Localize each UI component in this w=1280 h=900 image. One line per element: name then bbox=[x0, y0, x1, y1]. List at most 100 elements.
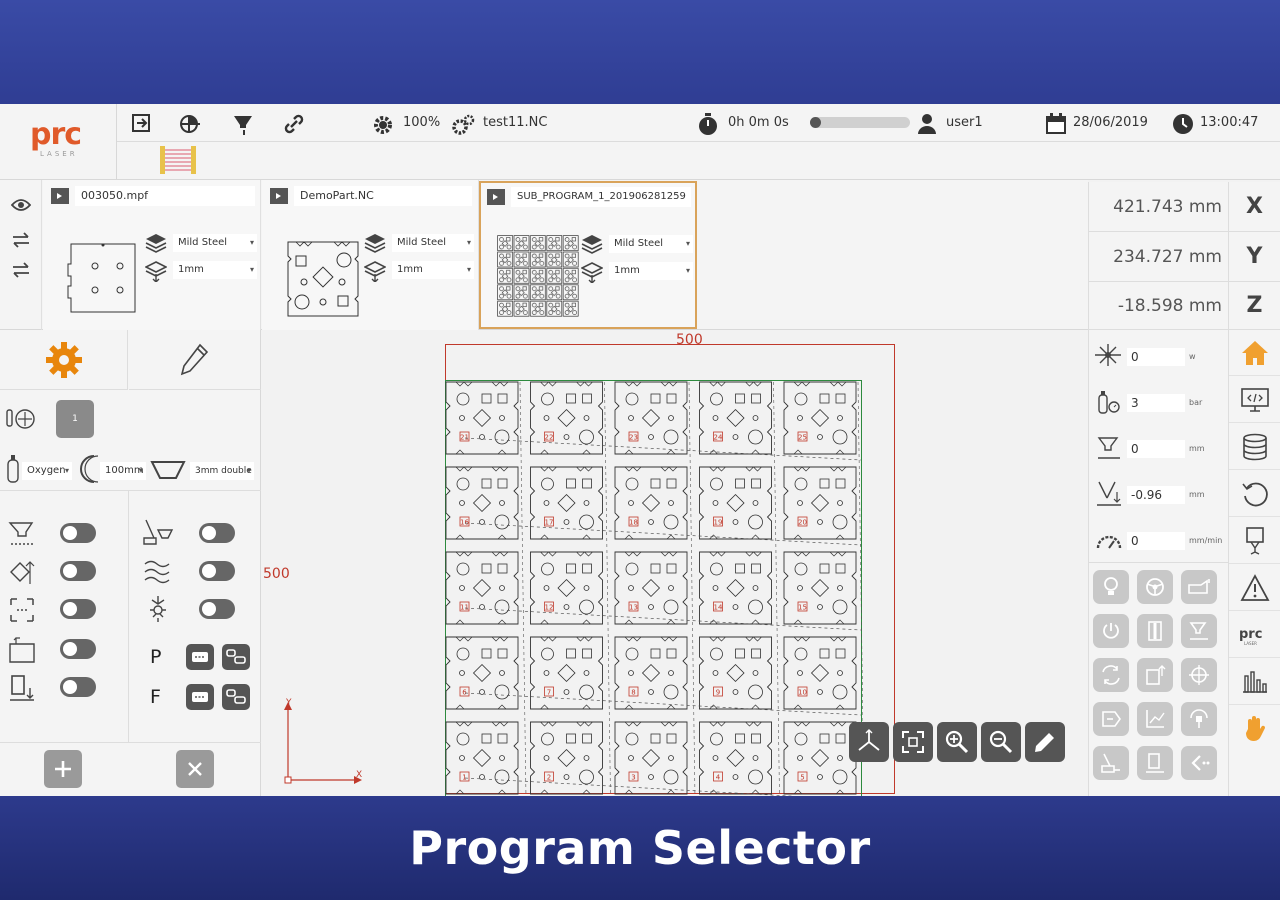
material-select[interactable]: Mild Steel bbox=[173, 234, 257, 252]
export-button[interactable] bbox=[1137, 658, 1173, 692]
add-button[interactable] bbox=[44, 750, 82, 788]
delete-button[interactable] bbox=[176, 750, 214, 788]
back-button[interactable] bbox=[1181, 746, 1217, 780]
nested-part[interactable] bbox=[445, 381, 519, 455]
nozzle-height-input[interactable]: 0 bbox=[1127, 440, 1185, 458]
nested-part[interactable] bbox=[699, 636, 772, 710]
f-dots-button[interactable] bbox=[186, 684, 214, 710]
thickness-select[interactable]: 1mm bbox=[173, 261, 257, 279]
view-3d-button[interactable] bbox=[849, 722, 889, 762]
axis-x-button[interactable]: X bbox=[1228, 182, 1280, 232]
code-view-button[interactable] bbox=[1229, 377, 1280, 423]
nesting-canvas[interactable]: 500 500 21 22 23 24 25 16 17 18 19 20 11 12 13 14 15 6 7… bbox=[262, 330, 1088, 796]
nested-part[interactable] bbox=[614, 721, 688, 795]
graph-button[interactable] bbox=[1137, 702, 1173, 736]
height-sensor-toggle[interactable] bbox=[60, 677, 96, 697]
nested-part[interactable] bbox=[530, 636, 603, 710]
thickness-select[interactable]: 1mm bbox=[392, 261, 474, 279]
scan-button[interactable] bbox=[1181, 702, 1217, 736]
nozzle-select[interactable]: 3mm double bbox=[190, 462, 254, 480]
tag-button[interactable] bbox=[1093, 702, 1129, 736]
statistics-button[interactable] bbox=[1229, 659, 1280, 705]
laser-status-icon[interactable] bbox=[160, 146, 196, 174]
target-icon[interactable] bbox=[178, 112, 202, 136]
spark-toggle[interactable] bbox=[199, 599, 235, 619]
material-select[interactable]: Mild Steel bbox=[609, 235, 693, 253]
axis-y-button[interactable]: Y bbox=[1228, 232, 1280, 282]
nested-part[interactable] bbox=[783, 381, 857, 455]
pierce-toggle[interactable] bbox=[60, 523, 96, 543]
nested-part[interactable] bbox=[614, 551, 688, 625]
program-card-1[interactable]: 003050.mpf Mild Steel 1mm bbox=[43, 180, 261, 330]
gas-pressure-input[interactable]: 3 bbox=[1127, 394, 1185, 412]
edge-detect-toggle[interactable] bbox=[60, 561, 96, 581]
laser-power-input[interactable]: 0 bbox=[1127, 348, 1185, 366]
link-icon[interactable] bbox=[282, 112, 306, 136]
sweep-button[interactable] bbox=[1093, 746, 1129, 780]
swap-icon-2[interactable] bbox=[11, 262, 31, 278]
axis-z-button[interactable]: Z bbox=[1228, 282, 1280, 330]
focal-select[interactable]: 100mm bbox=[100, 462, 146, 480]
nozzle-calibrate-button[interactable] bbox=[1181, 614, 1217, 648]
light-button[interactable] bbox=[1093, 570, 1129, 604]
nozzle-icon[interactable] bbox=[232, 112, 256, 136]
nested-part[interactable] bbox=[530, 551, 603, 625]
exit-icon[interactable] bbox=[130, 112, 152, 134]
settings-tab[interactable] bbox=[0, 330, 128, 390]
zoom-in-button[interactable] bbox=[937, 722, 977, 762]
crosshair-button[interactable] bbox=[1181, 658, 1217, 692]
lead-in-toggle[interactable] bbox=[60, 599, 96, 619]
laser-head-button[interactable] bbox=[1229, 518, 1280, 564]
thickness-select[interactable]: 1mm bbox=[609, 262, 693, 280]
reset-button[interactable] bbox=[1229, 471, 1280, 517]
steering-button[interactable] bbox=[1137, 570, 1173, 604]
eye-icon[interactable] bbox=[11, 198, 31, 212]
nested-part[interactable] bbox=[783, 721, 857, 795]
nested-part[interactable] bbox=[783, 636, 857, 710]
nested-part[interactable] bbox=[445, 636, 519, 710]
exchange-button[interactable] bbox=[1093, 658, 1129, 692]
nested-part[interactable] bbox=[614, 381, 688, 455]
power-button[interactable] bbox=[1093, 614, 1129, 648]
edit-tab[interactable] bbox=[129, 330, 261, 390]
focus-offset-input[interactable]: -0.96 bbox=[1127, 486, 1185, 504]
manual-mode-button[interactable] bbox=[1229, 706, 1280, 752]
nested-part[interactable] bbox=[699, 721, 772, 795]
home-button[interactable] bbox=[1229, 330, 1280, 376]
fit-view-button[interactable] bbox=[893, 722, 933, 762]
nested-part[interactable] bbox=[530, 381, 603, 455]
nested-part[interactable] bbox=[699, 466, 772, 540]
nested-part[interactable] bbox=[530, 721, 603, 795]
nested-part[interactable] bbox=[445, 721, 519, 795]
cleaning-toggle[interactable] bbox=[199, 523, 235, 543]
gas-select[interactable]: Oxygen bbox=[22, 462, 72, 480]
height-check-button[interactable] bbox=[1137, 746, 1173, 780]
nested-part[interactable] bbox=[699, 551, 772, 625]
p-dots-button[interactable] bbox=[186, 644, 214, 670]
nested-part[interactable] bbox=[614, 636, 688, 710]
nozzle-count-button[interactable]: 1 bbox=[56, 400, 94, 438]
prc-info-button[interactable]: prc LASER bbox=[1229, 612, 1280, 658]
program-card-3-selected[interactable]: SUB_PROGRAM_1_201906281259 Mild Steel ▾ … bbox=[479, 181, 697, 329]
nested-part[interactable] bbox=[530, 466, 603, 540]
nested-part[interactable] bbox=[445, 551, 519, 625]
nested-part[interactable] bbox=[783, 466, 857, 540]
edit-drawing-button[interactable] bbox=[1025, 722, 1065, 762]
swap-icon-1[interactable] bbox=[11, 232, 31, 248]
alarm-button[interactable] bbox=[1229, 565, 1280, 611]
nested-part[interactable] bbox=[783, 551, 857, 625]
f-chain-button[interactable] bbox=[222, 684, 250, 710]
door-button[interactable] bbox=[1137, 614, 1173, 648]
zoom-out-button[interactable] bbox=[981, 722, 1021, 762]
lubricate-button[interactable] bbox=[1181, 570, 1217, 604]
p-chain-button[interactable] bbox=[222, 644, 250, 670]
program-card-2[interactable]: DemoPart.NC Mild Steel 1mm bbox=[262, 180, 479, 330]
cut-speed-input[interactable]: 0 bbox=[1127, 532, 1185, 550]
nested-part[interactable] bbox=[445, 466, 519, 540]
material-select[interactable]: Mild Steel bbox=[392, 234, 474, 252]
nested-part[interactable] bbox=[699, 381, 772, 455]
database-button[interactable] bbox=[1229, 424, 1280, 470]
nested-part[interactable] bbox=[614, 466, 688, 540]
frame-toggle[interactable] bbox=[60, 639, 96, 659]
cooling-toggle[interactable] bbox=[199, 561, 235, 581]
